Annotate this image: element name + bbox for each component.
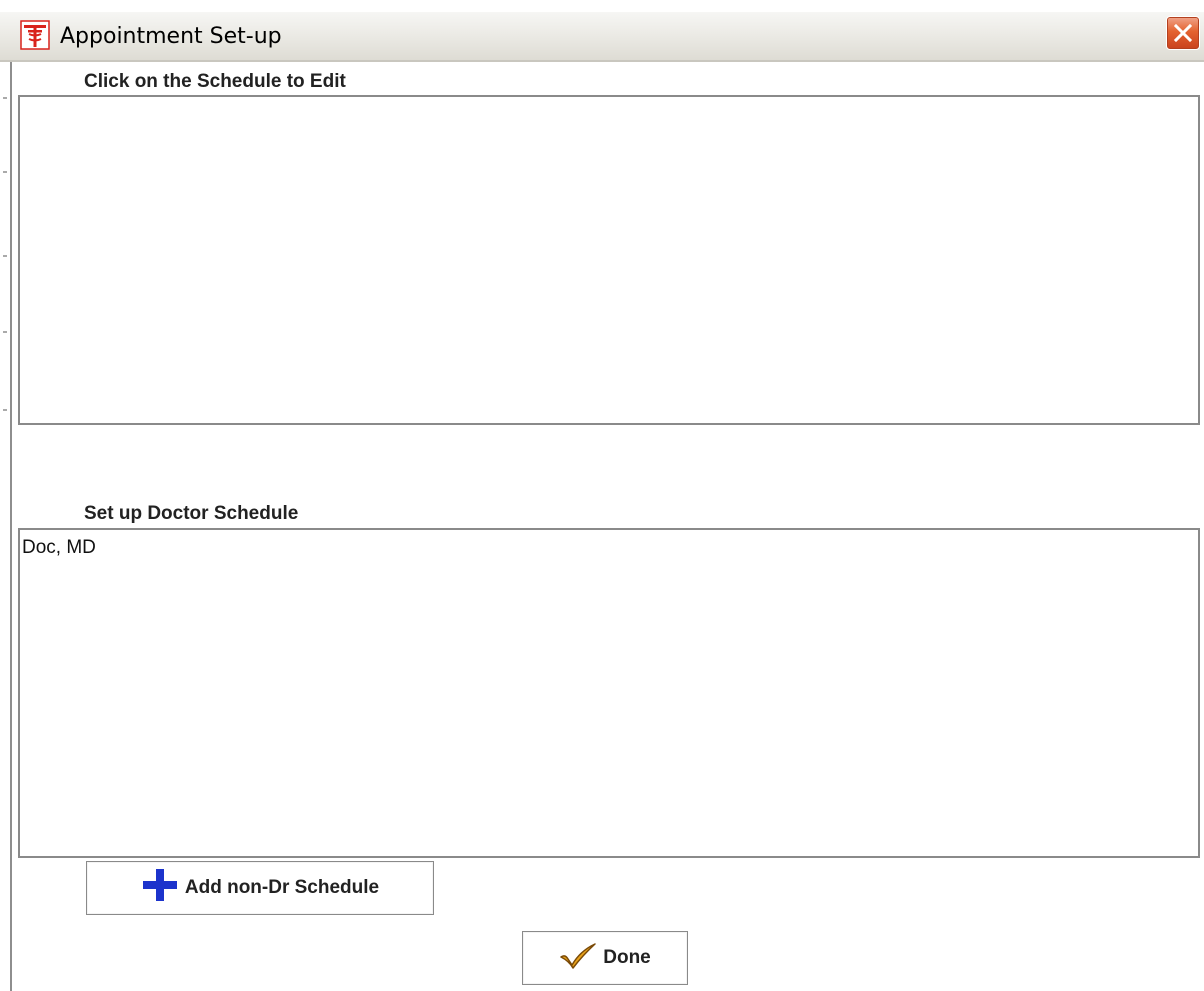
title-bar[interactable]: Appointment Set-up [0, 12, 1204, 62]
close-button[interactable] [1166, 16, 1200, 50]
add-non-dr-schedule-button[interactable]: Add non-Dr Schedule [86, 861, 434, 915]
done-button[interactable]: Done [522, 931, 688, 985]
doctor-section-label: Set up Doctor Schedule [84, 503, 299, 524]
doctor-schedule-list[interactable]: Doc, MD [18, 528, 1200, 858]
list-item-doc-md[interactable]: Doc, MD [22, 537, 96, 559]
schedules-section-label: Click on the Schedule to Edit [84, 71, 346, 92]
caduceus-logo-icon [20, 20, 50, 50]
done-label: Done [603, 947, 651, 968]
close-icon [1173, 23, 1193, 43]
add-non-dr-schedule-label: Add non-Dr Schedule [184, 877, 380, 898]
checkmark-icon [559, 941, 597, 975]
plus-icon [141, 868, 179, 908]
window-title: Appointment Set-up [60, 24, 282, 49]
content-panel: Click on the Schedule to Edit Set up Doc… [10, 62, 1204, 991]
appointment-setup-window: Appointment Set-up Click on the Schedule… [0, 0, 1204, 991]
left-border-ticks [3, 97, 7, 411]
schedule-list[interactable] [18, 95, 1200, 425]
